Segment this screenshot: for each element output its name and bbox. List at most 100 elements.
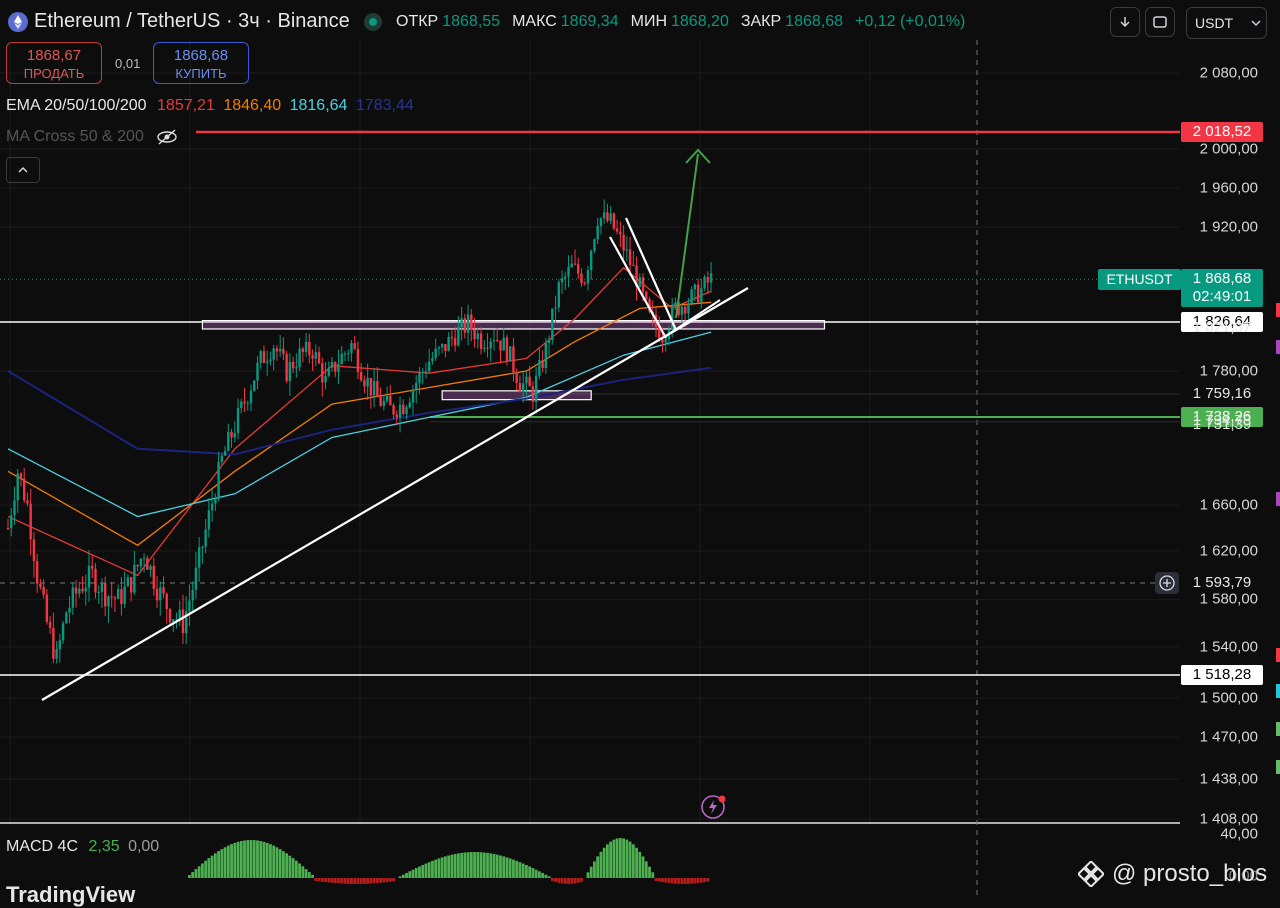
plus-circle-icon xyxy=(1159,575,1175,591)
macd-bar-positive xyxy=(194,869,198,878)
macd-bar-positive xyxy=(239,841,243,878)
macd-bar-positive xyxy=(230,844,233,878)
add-alert-button[interactable] xyxy=(1155,572,1179,594)
candle-up xyxy=(411,389,415,403)
candle-down xyxy=(35,561,39,584)
candle-up xyxy=(609,213,612,221)
candle-up xyxy=(525,376,528,384)
ma-cross-legend[interactable]: MA Cross 50 & 200 xyxy=(6,128,178,146)
candle-down xyxy=(181,609,185,634)
macd-bar-positive xyxy=(635,847,638,878)
price-axis-label: 1 660,00 xyxy=(1199,496,1258,514)
candle-up xyxy=(253,380,256,391)
candle-down xyxy=(39,583,42,587)
macd-legend[interactable]: MACD 4C 2,35 0,00 xyxy=(6,838,159,856)
price-tag: 1 518,28 xyxy=(1181,665,1263,685)
ema-legend[interactable]: EMA 20/50/100/200 1857,21 1846,40 1816,6… xyxy=(6,97,414,115)
download-button[interactable] xyxy=(1110,7,1140,37)
macd-bar-negative xyxy=(563,878,567,884)
candle-down xyxy=(499,340,502,351)
candle-up xyxy=(191,589,194,601)
candle-up xyxy=(521,383,525,392)
macd-bar-negative xyxy=(337,878,340,884)
macd-bar-positive xyxy=(593,861,596,878)
candle-down xyxy=(230,431,233,438)
ohlc-close-label: ЗАКР xyxy=(740,13,782,30)
trendline-support xyxy=(41,287,749,701)
macd-bar-negative xyxy=(369,878,373,884)
candle-up xyxy=(489,341,492,349)
eye-hidden-icon[interactable] xyxy=(156,129,178,145)
candle-down xyxy=(518,382,522,392)
candle-up xyxy=(116,589,120,599)
candle-up xyxy=(149,565,152,570)
candle-down xyxy=(583,283,586,285)
macd-bar-positive xyxy=(512,859,515,878)
candle-up xyxy=(625,249,629,251)
candle-down xyxy=(81,588,84,592)
price-axis-label: 1 540,00 xyxy=(1199,638,1258,656)
candle-up xyxy=(690,289,693,304)
candle-up xyxy=(680,306,684,315)
macd-bar-positive xyxy=(531,868,535,878)
candle-down xyxy=(402,404,405,415)
candle-down xyxy=(395,414,398,418)
candle-down xyxy=(282,348,285,355)
bar-countdown: 02:49:01 xyxy=(1192,288,1252,305)
macd-bar-negative xyxy=(557,878,561,883)
ema200-value: 1783,44 xyxy=(355,97,414,114)
macd-bar-negative xyxy=(670,878,674,884)
macd-bar-positive xyxy=(275,847,279,878)
lightning-icon[interactable] xyxy=(700,794,726,820)
symbol-tag: ETHUSDT xyxy=(1098,269,1181,290)
candle-up xyxy=(16,473,19,501)
candle-up xyxy=(139,558,143,567)
buy-button[interactable]: 1868,68 КУПИТЬ xyxy=(153,42,249,84)
sell-button[interactable]: 1868,67 ПРОДАТЬ xyxy=(6,42,102,84)
candle-down xyxy=(42,586,45,595)
candle-up xyxy=(693,284,697,290)
candle-up xyxy=(204,529,207,547)
macd-bar-negative xyxy=(379,878,382,883)
candle-up xyxy=(249,390,253,404)
edge-marker-red xyxy=(1276,303,1280,317)
candle-up xyxy=(87,565,91,588)
collapse-legend-button[interactable] xyxy=(6,157,40,183)
candle-up xyxy=(560,278,564,283)
macd-bar-positive xyxy=(434,859,438,878)
currency-select[interactable]: USDT xyxy=(1186,7,1267,39)
candle-down xyxy=(94,568,97,593)
candle-down xyxy=(389,395,392,406)
candle-down xyxy=(6,528,10,529)
macd-bar-positive xyxy=(609,841,613,878)
candle-up xyxy=(233,432,236,438)
candle-down xyxy=(26,500,29,504)
demand-zone-1 xyxy=(201,320,826,330)
macd-bar-negative xyxy=(314,878,318,881)
candle-down xyxy=(706,277,710,283)
macd-bar-negative xyxy=(674,878,677,884)
ethereum-icon xyxy=(8,11,28,32)
candle-up xyxy=(664,339,667,343)
last-price-value: 1 868,68 xyxy=(1192,270,1252,287)
candle-down xyxy=(505,337,509,362)
candle-up xyxy=(460,318,463,327)
macd-bar-positive xyxy=(307,872,311,878)
macd-axis-top: 40,00 xyxy=(1220,825,1258,843)
candle-down xyxy=(29,503,32,540)
symbol-title[interactable]: Ethereum / TetherUS · 3ч · Binance xyxy=(8,10,350,33)
macd-bar-positive xyxy=(233,842,237,878)
macd-bar-negative xyxy=(359,878,363,884)
candle-up xyxy=(590,250,593,271)
fullscreen-button[interactable] xyxy=(1145,7,1175,37)
candle-up xyxy=(236,407,240,433)
price-chart[interactable] xyxy=(0,0,1280,900)
candle-up xyxy=(593,239,596,251)
macd-bar-positive xyxy=(473,852,476,878)
macd-bar-negative xyxy=(375,878,379,884)
candle-up xyxy=(434,348,437,358)
candle-up xyxy=(68,607,71,613)
macd-bar-positive xyxy=(217,851,220,878)
macd-bar-positive xyxy=(220,849,224,878)
spread-value: 0,01 xyxy=(115,56,141,71)
